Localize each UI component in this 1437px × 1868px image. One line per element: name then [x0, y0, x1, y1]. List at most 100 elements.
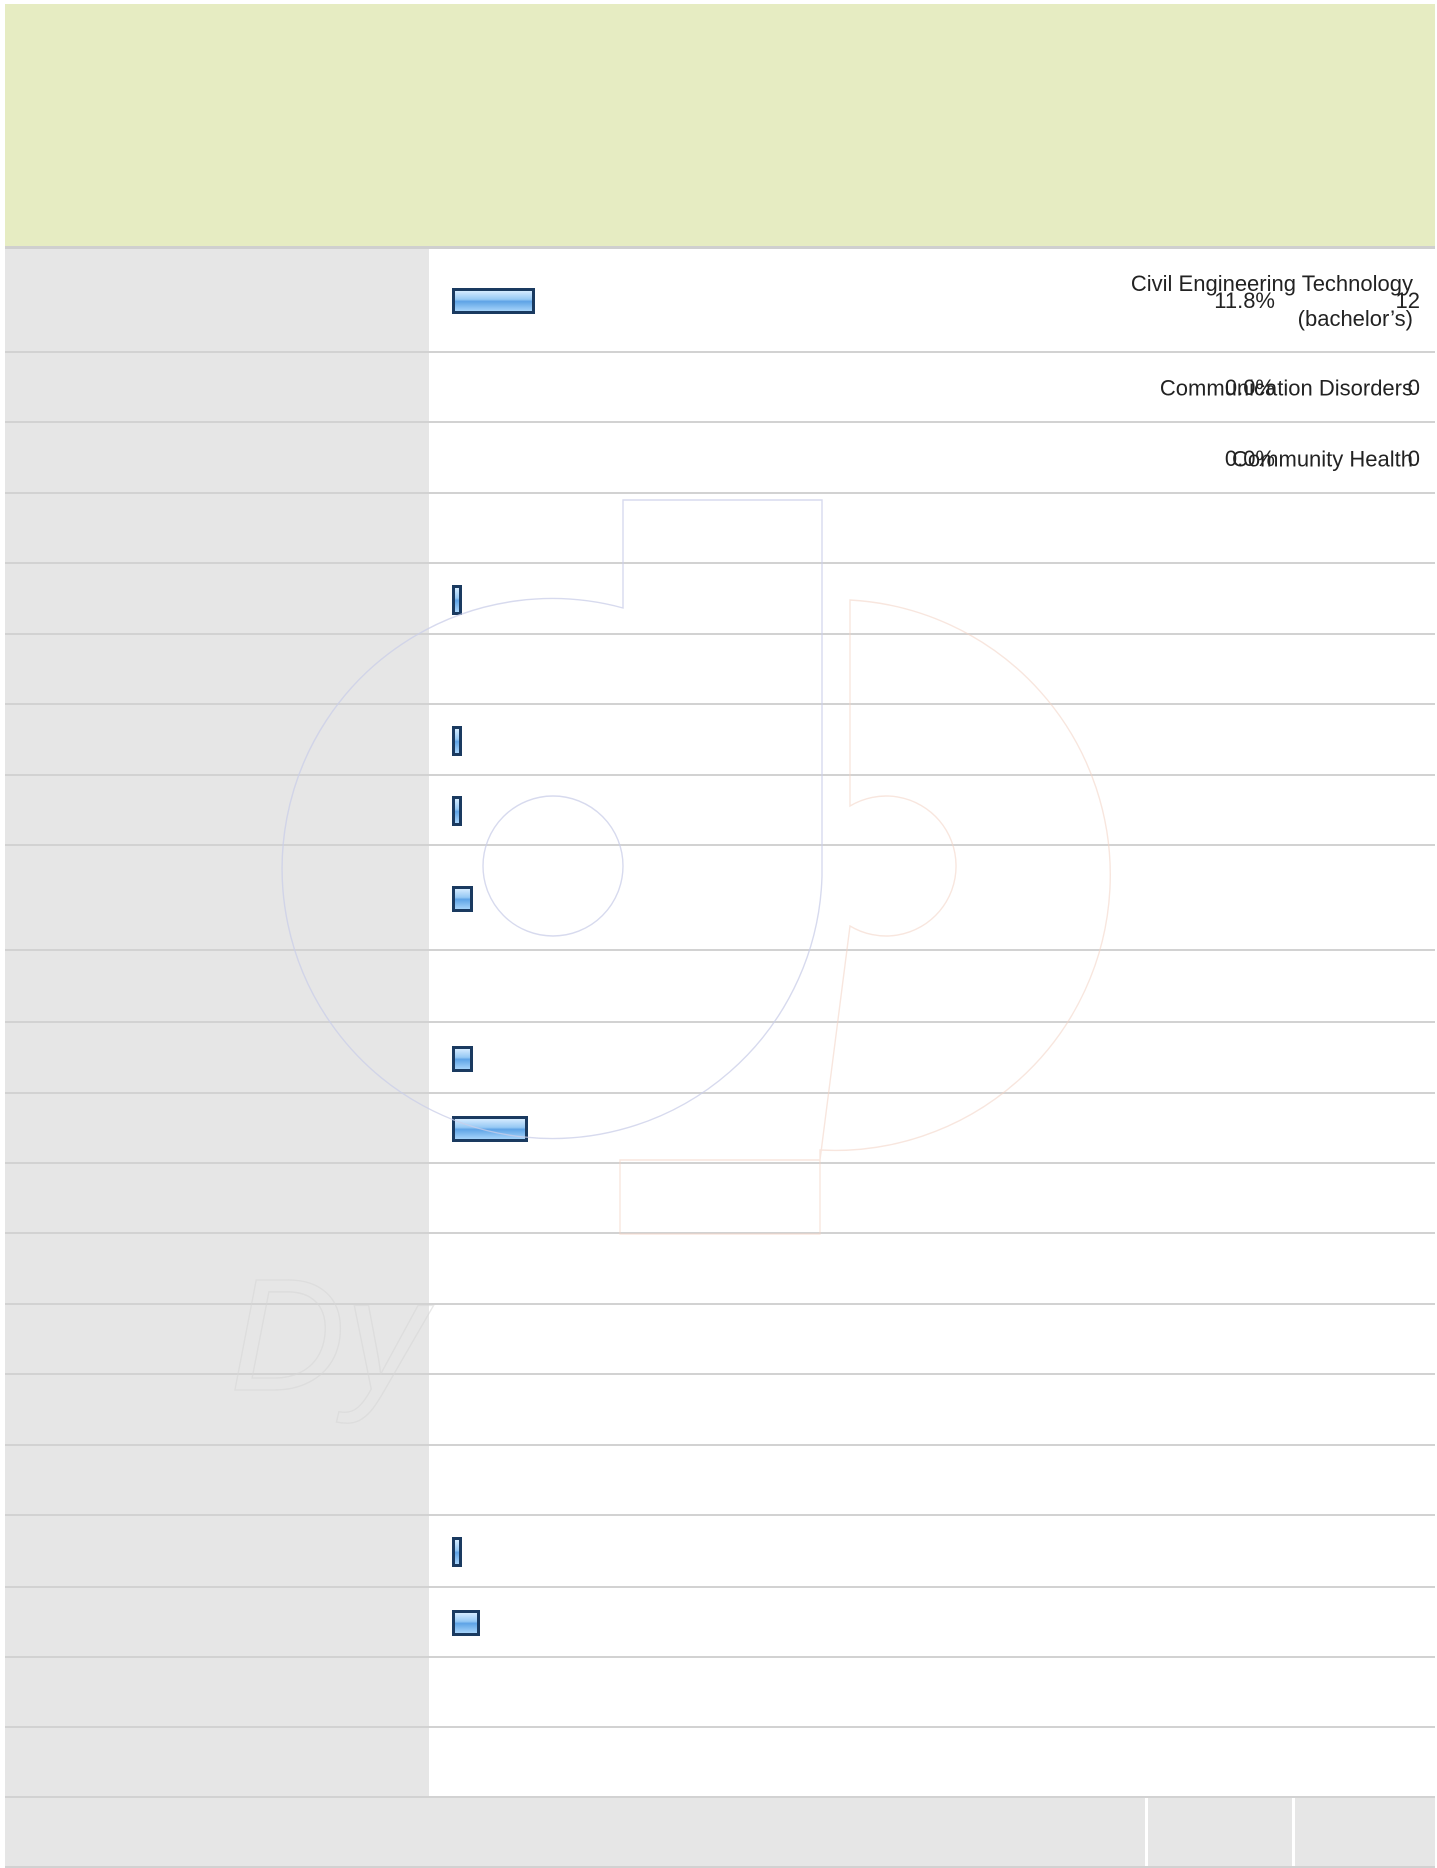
- table-row: Civil Engineering Technology (bachelor’s…: [5, 249, 1435, 353]
- column-separator: [1292, 1094, 1295, 1164]
- bar-cell: [429, 1094, 1435, 1164]
- column-separator: [1292, 564, 1295, 635]
- category-cell: [5, 1164, 429, 1234]
- column-separator: [1145, 1658, 1148, 1728]
- column-separator: [1145, 1305, 1148, 1375]
- column-separator: [1292, 846, 1295, 951]
- table-row: [5, 1375, 1435, 1446]
- bar: [452, 1045, 473, 1072]
- category-cell: [5, 1728, 429, 1798]
- table-row: [5, 494, 1435, 564]
- column-separator: [1292, 494, 1295, 564]
- bar-cell: [429, 1588, 1435, 1658]
- column-separator: [1145, 1516, 1148, 1588]
- category-cell: [5, 635, 429, 705]
- category-cell: [5, 1375, 429, 1446]
- column-separator: [1292, 1023, 1295, 1094]
- category-cell: [5, 705, 429, 776]
- column-separator: [1292, 1234, 1295, 1305]
- bar-cell: [429, 1234, 1435, 1305]
- column-separator: [1292, 776, 1295, 846]
- column-separator: [1292, 705, 1295, 776]
- bar-cell: [429, 705, 1435, 776]
- column-separator: [1145, 951, 1148, 1023]
- column-separator: [1292, 1164, 1295, 1234]
- percent-label: 0.0%: [1224, 445, 1275, 471]
- column-separator: [1145, 564, 1148, 635]
- column-separator: [1292, 1375, 1295, 1446]
- bar-cell: [429, 1798, 1435, 1868]
- percent-label: 0.0%: [1224, 375, 1275, 400]
- bar: [452, 288, 535, 314]
- bar-cell: [429, 846, 1435, 951]
- column-separator: [1145, 1375, 1148, 1446]
- category-cell: [5, 951, 429, 1023]
- table-row: [5, 1094, 1435, 1164]
- column-separator: [1145, 1798, 1148, 1868]
- bar-cell: [429, 951, 1435, 1023]
- table-row: [5, 1516, 1435, 1588]
- column-separator: [1145, 1094, 1148, 1164]
- category-cell: [5, 353, 429, 423]
- category-cell: [5, 1094, 429, 1164]
- column-separator: [1292, 1798, 1295, 1868]
- bar-cell: [429, 1658, 1435, 1728]
- table-row: [5, 1164, 1435, 1234]
- column-separator: [1145, 1728, 1148, 1798]
- column-separator: [1292, 635, 1295, 705]
- table-row: [5, 1728, 1435, 1798]
- bar-cell: [429, 1023, 1435, 1094]
- column-separator: [1145, 494, 1148, 564]
- chart: Civil Engineering Technology (bachelor’s…: [0, 0, 1437, 1868]
- table-row: [5, 1305, 1435, 1375]
- category-cell: [5, 1588, 429, 1658]
- column-separator: [1292, 1446, 1295, 1516]
- bar: [452, 1116, 528, 1142]
- column-separator: [1145, 1446, 1148, 1516]
- column-separator: [1292, 1588, 1295, 1658]
- category-cell: [5, 1234, 429, 1305]
- bar: [452, 885, 473, 912]
- count-label: 12: [1395, 288, 1420, 313]
- column-separator: [1145, 1588, 1148, 1658]
- category-cell: [5, 423, 429, 494]
- bar-cell: [429, 1164, 1435, 1234]
- category-cell: [5, 564, 429, 635]
- category-cell: [5, 249, 429, 353]
- bar: [452, 725, 462, 756]
- table-header: [5, 4, 1435, 246]
- table-row: Community Health 0.0% 0: [5, 423, 1435, 494]
- bar-cell: [429, 1305, 1435, 1375]
- category-cell: [5, 1305, 429, 1375]
- bar-cell: [429, 1516, 1435, 1588]
- category-cell: [5, 846, 429, 951]
- column-separator: [1145, 1164, 1148, 1234]
- table-row: [5, 1234, 1435, 1305]
- bar-cell: [429, 1375, 1435, 1446]
- bar: [452, 796, 462, 826]
- column-separator: [1292, 1728, 1295, 1798]
- column-separator: [1145, 705, 1148, 776]
- table-row: Communication Disorders 0.0% 0: [5, 353, 1435, 423]
- column-separator: [1292, 1516, 1295, 1588]
- column-separator: [1145, 846, 1148, 951]
- bar: [452, 584, 462, 615]
- category-cell: [5, 1023, 429, 1094]
- table-row: [5, 1658, 1435, 1728]
- column-separator: [1292, 1658, 1295, 1728]
- percent-label: 11.8%: [1214, 288, 1275, 313]
- table-row: [5, 635, 1435, 705]
- category-cell: [5, 1658, 429, 1728]
- bar-cell: [429, 776, 1435, 846]
- table-row: [5, 846, 1435, 951]
- column-separator: [1145, 635, 1148, 705]
- table-row: [5, 705, 1435, 776]
- bar-cell: [429, 564, 1435, 635]
- category-cell: [5, 1446, 429, 1516]
- column-separator: [1292, 1305, 1295, 1375]
- category-cell: [5, 1798, 429, 1868]
- table-row: [5, 1446, 1435, 1516]
- count-label: 0: [1407, 375, 1420, 400]
- column-separator: [1145, 1023, 1148, 1094]
- bar: [452, 1610, 480, 1636]
